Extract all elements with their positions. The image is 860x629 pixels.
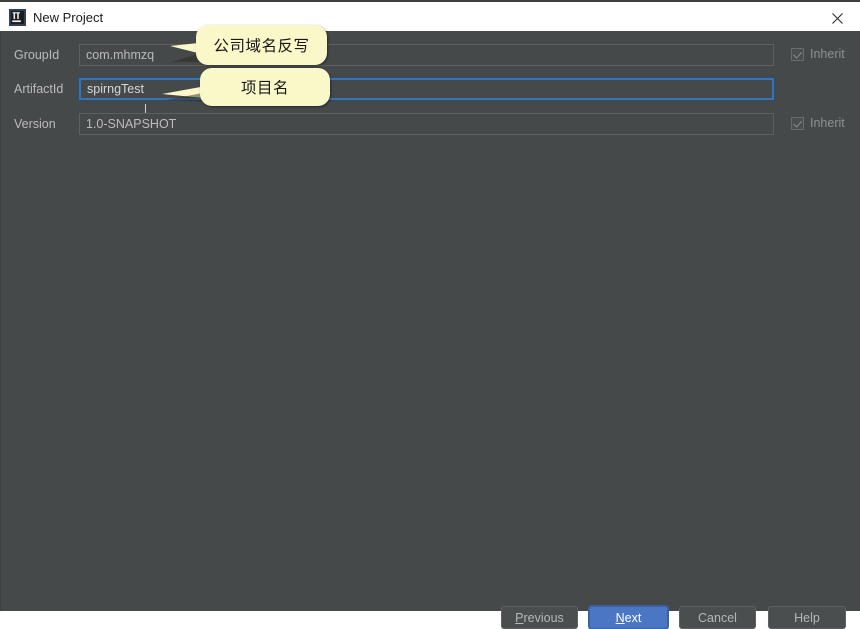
inherit-groupid[interactable]: Inherit [791, 47, 845, 61]
callout-artifactid: 项目名 [200, 68, 330, 106]
inherit-version-label: Inherit [810, 116, 845, 130]
form-row-groupid: GroupId Inherit [1, 44, 860, 66]
previous-mnemonic: P [515, 610, 524, 625]
form-row-artifactid: ArtifactId [1, 78, 860, 100]
label-groupid: GroupId [14, 48, 60, 62]
previous-button-label: revious [523, 610, 564, 625]
window-title: New Project [33, 10, 104, 25]
previous-button[interactable]: Previous [501, 606, 578, 629]
label-artifactid: ArtifactId [14, 82, 64, 96]
new-project-dialog: New Project GroupId Inherit ArtifactId [0, 0, 860, 629]
help-button[interactable]: Help [768, 606, 846, 629]
title-bar: New Project [0, 0, 860, 31]
inherit-groupid-label: Inherit [810, 47, 845, 61]
form-row-version: Version Inherit [1, 113, 860, 135]
next-button[interactable]: Next [589, 606, 668, 629]
close-icon[interactable] [814, 4, 860, 33]
callout-groupid: 公司域名反写 [196, 25, 327, 65]
version-input[interactable] [79, 113, 774, 135]
inherit-version[interactable]: Inherit [791, 116, 845, 130]
next-mnemonic: N [615, 610, 625, 625]
cancel-button[interactable]: Cancel [679, 606, 756, 629]
checkbox-checked-icon[interactable] [791, 47, 804, 61]
intellij-idea-icon [9, 9, 26, 26]
dialog-content: GroupId Inherit ArtifactId Version Inher… [0, 31, 860, 629]
label-version: Version [14, 117, 56, 131]
next-button-label: ext [624, 610, 642, 625]
checkbox-checked-icon[interactable] [791, 116, 804, 130]
